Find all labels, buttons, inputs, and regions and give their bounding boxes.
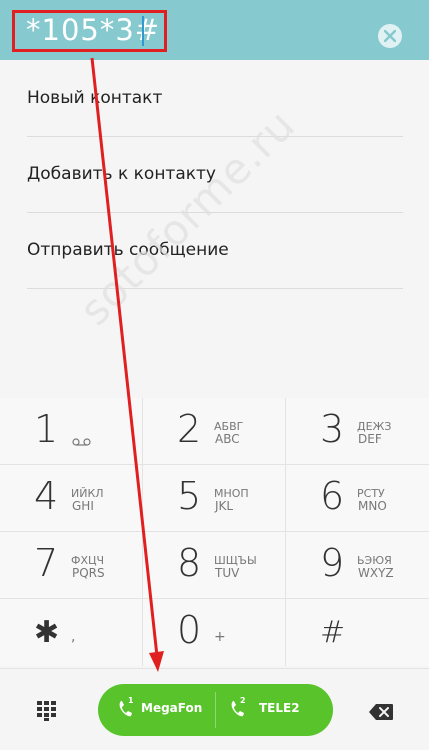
key-digit: 1 bbox=[34, 407, 59, 451]
key-letters-sub: + bbox=[214, 629, 226, 645]
key-letters-latin: JKL bbox=[215, 499, 234, 513]
voicemail-icon bbox=[72, 438, 91, 446]
key-0[interactable]: 0 + bbox=[143, 599, 286, 666]
annotation-highlight-box bbox=[12, 10, 167, 52]
key-digit: # bbox=[320, 615, 346, 650]
call-sim2-button[interactable]: 2 TELE2 bbox=[216, 684, 333, 736]
backspace-icon[interactable] bbox=[368, 703, 394, 721]
key-letters-latin: GHI bbox=[72, 499, 94, 513]
bottom-bar: 1 MegaFon 2 TELE2 bbox=[0, 668, 429, 750]
key-digit: 8 bbox=[177, 541, 202, 585]
key-digit: ✱ bbox=[34, 615, 60, 650]
key-digit: 0 bbox=[177, 608, 202, 652]
sim2-label: TELE2 bbox=[259, 701, 300, 715]
key-digit: 4 bbox=[34, 474, 59, 518]
key-4[interactable]: 4 ИЙКЛ GHI bbox=[0, 465, 143, 532]
key-7[interactable]: 7 ФХЦЧ PQRS bbox=[0, 532, 143, 599]
dialer-header: *105*3# bbox=[0, 0, 429, 60]
call-sim1-button[interactable]: 1 MegaFon bbox=[98, 684, 215, 736]
key-letters-latin: TUV bbox=[215, 566, 240, 580]
key-digit: 7 bbox=[34, 541, 59, 585]
key-letters-latin: DEF bbox=[358, 432, 382, 446]
key-3[interactable]: 3 ДЕЖЗ DEF bbox=[286, 398, 429, 465]
key-6[interactable]: 6 РСТУ MNO bbox=[286, 465, 429, 532]
key-letters-sub: , bbox=[71, 629, 76, 645]
key-digit: 6 bbox=[320, 474, 345, 518]
key-9[interactable]: 9 ЬЭЮЯ WXYZ bbox=[286, 532, 429, 599]
key-letters-latin: ABC bbox=[215, 432, 240, 446]
dial-keypad: 1 2 АБВГ ABC 3 ДЕЖЗ DEF 4 ИЙКЛ GHI 5 МНО… bbox=[0, 398, 429, 668]
key-star[interactable]: ✱ , bbox=[0, 599, 143, 666]
key-1[interactable]: 1 bbox=[0, 398, 143, 465]
key-digit: 3 bbox=[320, 407, 345, 451]
key-2[interactable]: 2 АБВГ ABC bbox=[143, 398, 286, 465]
dialpad-icon[interactable] bbox=[37, 701, 57, 721]
menu-item-new-contact[interactable]: Новый контакт bbox=[27, 60, 403, 137]
key-digit: 5 bbox=[177, 474, 202, 518]
key-5[interactable]: 5 МНОП JKL bbox=[143, 465, 286, 532]
key-letters-latin: PQRS bbox=[72, 566, 105, 580]
call-button-group: 1 MegaFon 2 TELE2 bbox=[98, 684, 333, 736]
key-8[interactable]: 8 ШЩЪЫ TUV bbox=[143, 532, 286, 599]
key-hash[interactable]: # bbox=[286, 599, 429, 666]
clear-icon bbox=[384, 30, 396, 42]
key-digit: 2 bbox=[177, 407, 202, 451]
key-digit: 9 bbox=[320, 541, 345, 585]
key-letters-latin: WXYZ bbox=[358, 566, 394, 580]
sim-badge: 1 bbox=[128, 696, 134, 705]
key-letters-latin: MNO bbox=[358, 499, 387, 513]
sim1-label: MegaFon bbox=[141, 701, 203, 715]
clear-button[interactable] bbox=[378, 24, 402, 48]
sim-badge: 2 bbox=[240, 696, 246, 705]
